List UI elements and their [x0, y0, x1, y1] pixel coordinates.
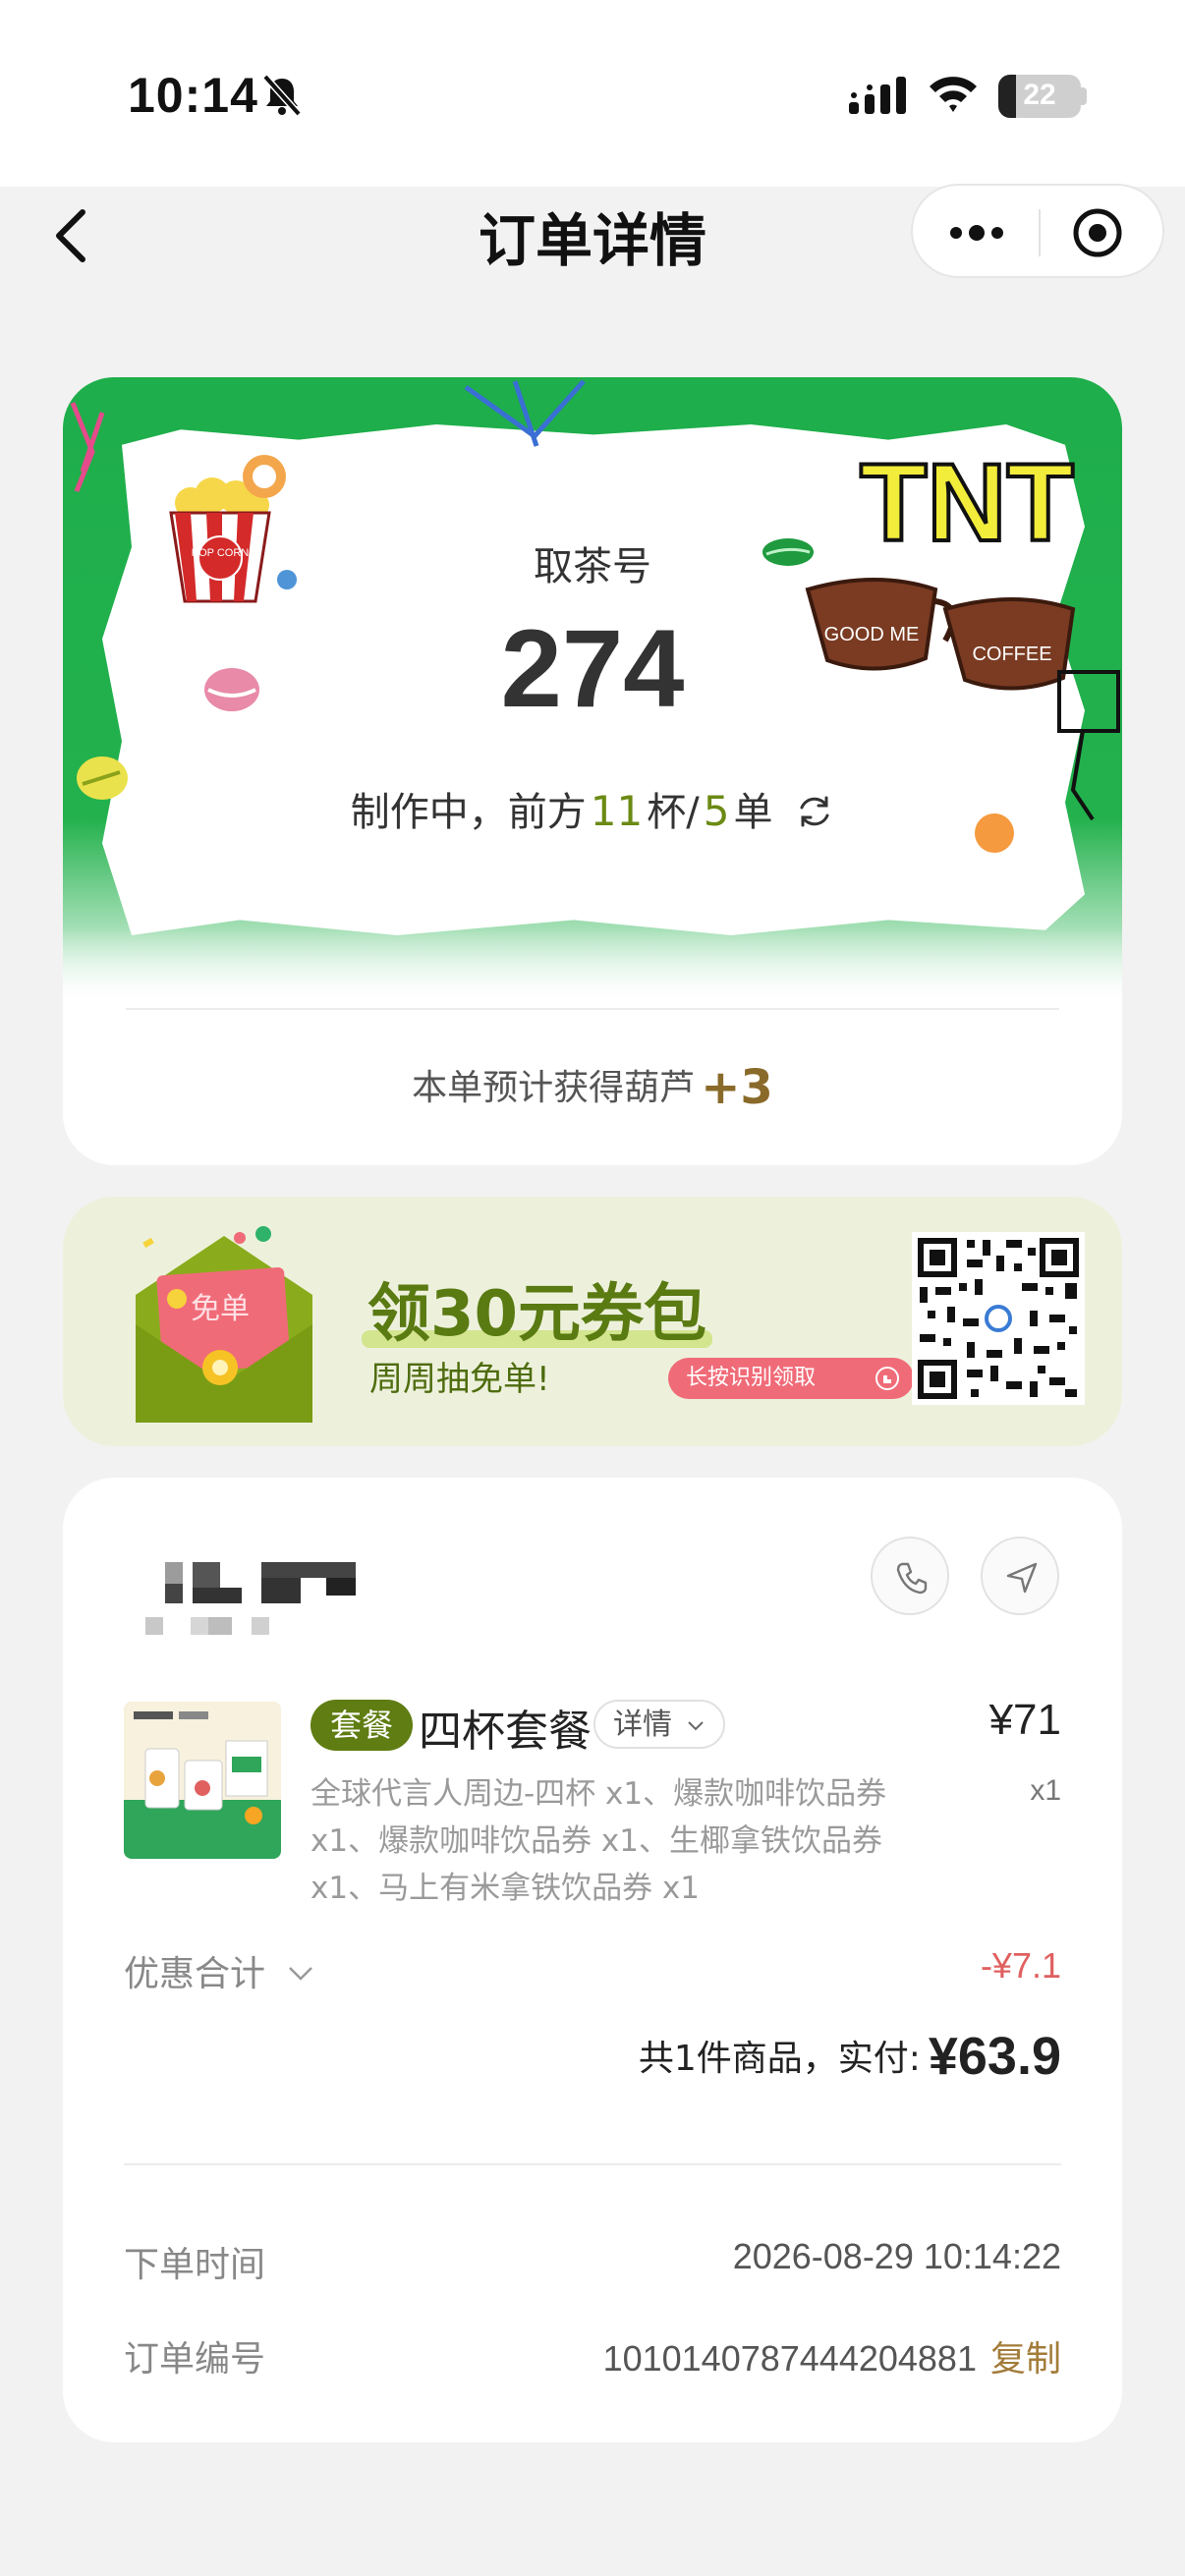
orders-unit: 单	[733, 790, 773, 835]
discount-toggle[interactable]: 优惠合计	[124, 1945, 315, 1996]
gourd-reward: 本单预计获得葫芦 +3	[63, 1059, 1122, 1115]
claim-button-label: 长按识别领取	[686, 1366, 817, 1390]
status-bar: 10:14 22	[0, 0, 1185, 187]
close-target-icon[interactable]	[1070, 205, 1125, 260]
call-button[interactable]	[871, 1537, 949, 1615]
discount-label: 优惠合计	[124, 1954, 266, 1994]
hand-pointer-icon	[875, 1367, 899, 1390]
cups-ahead: 11	[590, 787, 644, 835]
qr-code[interactable]	[912, 1232, 1085, 1405]
bell-muted-icon	[262, 74, 302, 117]
product-price: ¥71	[988, 1696, 1061, 1744]
orders-ahead: 5	[703, 787, 730, 835]
red-envelope-illustration: 免单	[136, 1226, 312, 1423]
product-detail-button[interactable]: 详情	[593, 1700, 725, 1749]
order-card: 套餐 四杯套餐 详情 ¥71 x1 全球代言人周边-四杯 x1、爆款咖啡饮品券 …	[63, 1478, 1122, 2442]
battery-cap	[1081, 87, 1087, 105]
discount-value: -¥7.1	[980, 1945, 1061, 1986]
coupon-title: 领30元券包	[367, 1278, 707, 1351]
product-quantity: x1	[1030, 1774, 1061, 1807]
battery-indicator: 22	[998, 75, 1081, 118]
refresh-icon[interactable]	[795, 792, 834, 831]
order-divider	[124, 2163, 1061, 2165]
cellular-signal-icon	[849, 77, 906, 114]
phone-icon	[896, 1562, 928, 1595]
total-amount: ¥63.9	[928, 2027, 1061, 2086]
order-number-row: 1010140787444204881 复制	[603, 2330, 1061, 2381]
battery-level: 22	[1023, 79, 1056, 111]
pickup-number: 274	[500, 607, 685, 730]
coupon-title-wrap: 领30元券包	[362, 1263, 713, 1354]
pickup-divider	[126, 1008, 1059, 1010]
order-number-label: 订单编号	[124, 2339, 266, 2380]
product-image-art	[124, 1702, 281, 1859]
gourd-reward-text: 本单预计获得葫芦	[412, 1068, 696, 1108]
wifi-icon	[930, 77, 977, 112]
coupon-banner[interactable]: 免单 领30元券包 周周抽免单! 长按识别领取	[63, 1197, 1122, 1446]
product-name: 四杯套餐	[419, 1707, 592, 1757]
cups-unit: 杯/	[647, 790, 700, 835]
order-time-label: 下单时间	[124, 2245, 266, 2285]
store-name-pixelated	[145, 1562, 356, 1635]
coupon-subtitle: 周周抽免单!	[369, 1360, 550, 1399]
copy-order-number-button[interactable]: 复制	[990, 2339, 1061, 2380]
blue-star-sketch	[464, 379, 586, 447]
navigate-button[interactable]	[981, 1537, 1059, 1615]
popcorn-kernel-icon	[243, 455, 286, 498]
chevron-down-icon	[687, 1721, 704, 1731]
gourd-reward-points: +3	[701, 1060, 773, 1115]
poster-fade	[63, 927, 1122, 1006]
order-time-value: 2026-08-29 10:14:22	[732, 2236, 1061, 2276]
pickup-poster: POP CORN TNT GOOD ME COFFEE 取茶号 274 制作中，…	[63, 377, 1122, 1006]
envelope-label: 免单	[191, 1292, 250, 1326]
navigation-arrow-icon	[1006, 1562, 1038, 1594]
pickup-card: POP CORN TNT GOOD ME COFFEE 取茶号 274 制作中，…	[63, 377, 1122, 1165]
product-image	[124, 1702, 281, 1859]
product-description: 全球代言人周边-四杯 x1、爆款咖啡饮品券 x1、爆款咖啡饮品券 x1、生椰拿铁…	[310, 1776, 887, 1906]
status-time: 10:14	[128, 68, 258, 123]
capsule-divider	[1039, 209, 1041, 256]
queue-status-prefix: 制作中，前方	[350, 790, 587, 835]
chevron-down-icon	[289, 1967, 313, 1981]
long-press-claim-button[interactable]: 长按识别领取	[668, 1358, 914, 1399]
pickup-label: 取茶号	[534, 544, 651, 589]
combo-tag: 套餐	[310, 1700, 414, 1751]
total-line: 共1件商品，实付: ¥63.9	[639, 2026, 1061, 2087]
detail-label: 详情	[613, 1708, 672, 1742]
more-dots-icon[interactable]	[942, 213, 1011, 252]
miniprogram-capsule	[911, 184, 1164, 278]
queue-status: 制作中，前方11 杯/5 单	[63, 780, 1122, 837]
pink-scribble	[70, 402, 105, 492]
order-number-value: 1010140787444204881	[602, 2338, 977, 2379]
total-prefix: 共1件商品，实付:	[638, 2039, 921, 2079]
